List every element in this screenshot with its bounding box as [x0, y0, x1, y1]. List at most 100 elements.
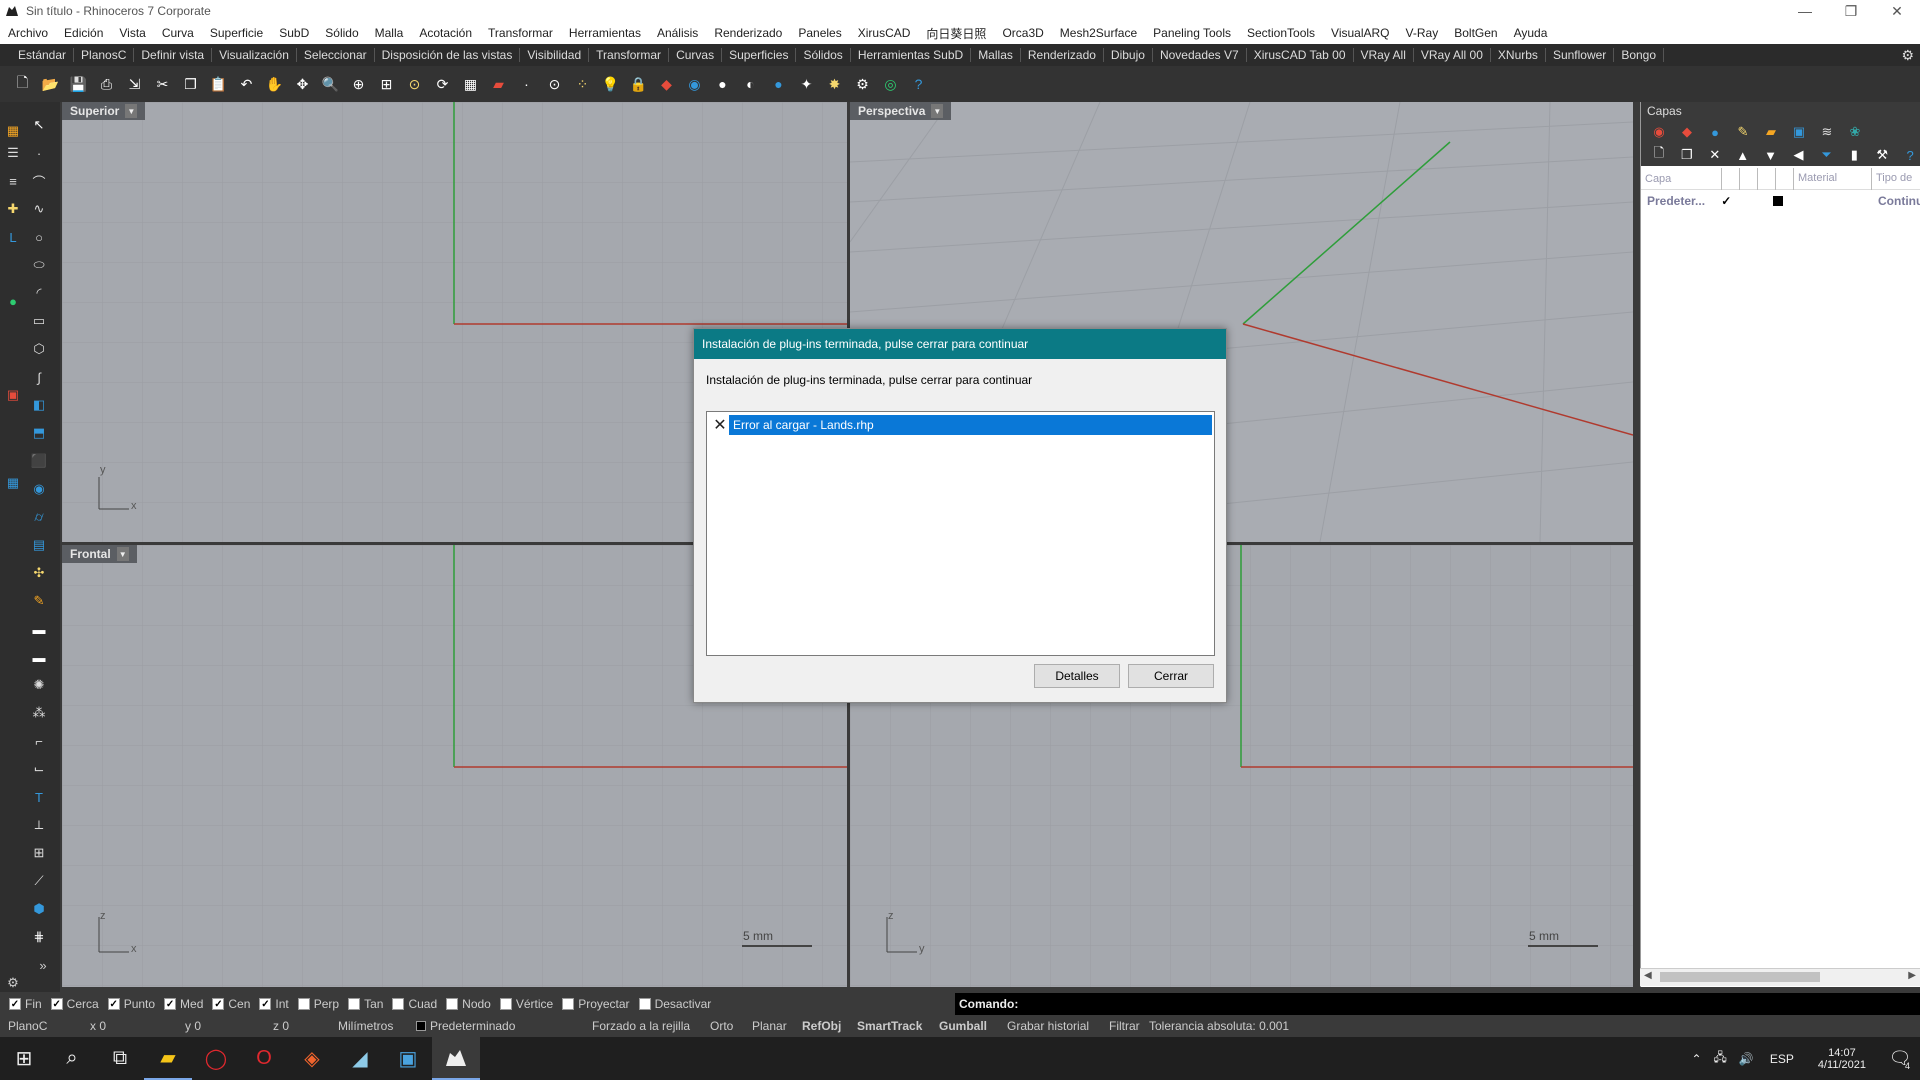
align-icon[interactable]: ▬	[28, 646, 50, 668]
checkbox-checked-icon[interactable]: ✓	[50, 998, 63, 1010]
expand-icon[interactable]: »	[32, 954, 54, 976]
scroll-left-icon[interactable]: ◀	[1644, 970, 1652, 981]
status-refobj[interactable]: RefObj	[802, 1019, 857, 1033]
fillet-icon[interactable]: ⌐	[28, 730, 50, 752]
fence-icon[interactable]: ⋕	[28, 926, 50, 948]
search-icon[interactable]: ⌕	[48, 1037, 96, 1080]
osnap-vertice[interactable]: Vértice	[499, 997, 553, 1011]
menu-edicion[interactable]: Edición	[56, 26, 111, 40]
osnap-tan[interactable]: Tan	[348, 997, 383, 1011]
osnap-punto[interactable]: ✓ Punto	[107, 997, 155, 1011]
help-icon[interactable]: ?	[1900, 145, 1920, 165]
osnap-int[interactable]: ✓ Int	[259, 997, 289, 1011]
status-history[interactable]: Grabar historial	[1007, 1019, 1109, 1033]
list-item[interactable]: ✕ Error al cargar - Lands.rhp	[711, 415, 1212, 435]
dimension-icon[interactable]: L	[2, 226, 24, 248]
car-icon[interactable]: ▰	[486, 72, 511, 97]
column-lock[interactable]	[1739, 167, 1757, 190]
gear-icon[interactable]: ⚙	[1901, 47, 1914, 64]
menu-ayuda[interactable]: Ayuda	[1506, 26, 1556, 40]
block-icon[interactable]: ▦	[2, 472, 24, 494]
checkbox-empty-icon[interactable]	[499, 998, 512, 1010]
checkbox-empty-icon[interactable]	[348, 998, 361, 1010]
checkbox-empty-icon[interactable]	[562, 998, 575, 1010]
render-icon[interactable]: ✦	[794, 72, 819, 97]
viewport-label-perspectiva[interactable]: Perspectiva ▼	[850, 102, 952, 120]
opera-gx-icon[interactable]: ◯	[192, 1037, 240, 1080]
menu-herramientas[interactable]: Herramientas	[561, 26, 649, 40]
box-icon[interactable]: ⬛	[28, 450, 50, 472]
dim-icon[interactable]: ⟂	[28, 814, 50, 836]
layers-icon[interactable]: ≋	[1817, 122, 1837, 142]
checkbox-empty-icon[interactable]	[446, 998, 459, 1010]
menu-renderizado[interactable]: Renderizado	[706, 26, 790, 40]
zoom-selected-icon[interactable]: ⊙	[402, 72, 427, 97]
tab-definir-vista[interactable]: Definir vista	[134, 48, 213, 62]
rhino-taskbar-icon[interactable]	[432, 1037, 480, 1080]
tab-xnurbs[interactable]: XNurbs	[1491, 48, 1546, 62]
material-icon[interactable]: ◆	[1677, 122, 1697, 142]
tab-visualizacion[interactable]: Visualización	[212, 48, 297, 62]
status-gumball[interactable]: Gumball	[939, 1019, 1007, 1033]
page-icon[interactable]: ▮	[1844, 145, 1864, 165]
extrude-icon[interactable]: ⬒	[28, 422, 50, 444]
viewport-dropdown-icon[interactable]: ▼	[116, 547, 129, 561]
settings-small-icon[interactable]: ⚙	[2, 972, 24, 994]
tab-herramientas-subd[interactable]: Herramientas SubD	[851, 48, 972, 62]
menu-acotacion[interactable]: Acotación	[411, 26, 480, 40]
windows-start-icon[interactable]: ⊞	[0, 1037, 48, 1080]
ellipse-icon[interactable]: ⬭	[28, 254, 50, 276]
star-icon[interactable]: ✚	[2, 198, 24, 220]
command-line[interactable]: Comando:	[955, 993, 1920, 1015]
tab-estandar[interactable]: Estándar	[0, 48, 75, 62]
column-color[interactable]	[1757, 167, 1775, 190]
tab-renderizado[interactable]: Renderizado	[1021, 48, 1104, 62]
installer-icon[interactable]: ▣	[384, 1037, 432, 1080]
column-print[interactable]	[1775, 167, 1793, 190]
layer-name[interactable]: Predeter...	[1641, 194, 1718, 208]
volume-icon[interactable]: 🔊	[1733, 1052, 1760, 1066]
select-points-icon[interactable]: ⁘	[570, 72, 595, 97]
column-material[interactable]: Material	[1793, 167, 1871, 190]
scrollbar-thumb[interactable]	[1660, 972, 1820, 982]
grid-icon[interactable]: ▦	[2, 120, 24, 142]
brave-icon[interactable]: ◈	[288, 1037, 336, 1080]
viewport-label-frontal[interactable]: Frontal ▼	[62, 545, 137, 563]
checkbox-empty-icon[interactable]	[638, 998, 651, 1010]
sunflower-icon[interactable]: ❀	[1845, 122, 1865, 142]
app-icon[interactable]: ◢	[336, 1037, 384, 1080]
shaded-sphere-icon[interactable]: ◐	[738, 72, 763, 97]
scroll-right-icon[interactable]: ▶	[1908, 970, 1916, 981]
undo-icon[interactable]: ↶	[234, 72, 259, 97]
plugin-icon[interactable]: ◎	[878, 72, 903, 97]
menu-xiruscad[interactable]: XirusCAD	[850, 26, 919, 40]
checkbox-checked-icon[interactable]: ✓	[164, 998, 177, 1010]
palette-icon[interactable]: ▣	[2, 384, 24, 406]
menu-archivo[interactable]: Archivo	[0, 26, 56, 40]
cube-icon[interactable]: ⬢	[28, 898, 50, 920]
zoom-extents-icon[interactable]: ⊞	[374, 72, 399, 97]
save-icon[interactable]: 💾	[66, 72, 91, 97]
task-view-icon[interactable]: ⧉	[96, 1037, 144, 1080]
network-icon[interactable]: 🖧	[1708, 1048, 1733, 1069]
snap-icon[interactable]: ⊙	[542, 72, 567, 97]
menu-mesh2surface[interactable]: Mesh2Surface	[1052, 26, 1145, 40]
viewport-dropdown-icon[interactable]: ▼	[125, 104, 138, 118]
move-up-icon[interactable]: ▲	[1733, 145, 1753, 165]
checkbox-empty-icon[interactable]	[297, 998, 310, 1010]
polygon-icon[interactable]: ⬡	[28, 338, 50, 360]
trim-icon[interactable]: ⌙	[28, 758, 50, 780]
status-units[interactable]: Milímetros	[338, 1019, 416, 1033]
layer-color-swatch[interactable]	[1769, 196, 1786, 206]
osnap-cerca[interactable]: ✓ Cerca	[50, 997, 99, 1011]
osnap-med[interactable]: ✓ Med	[164, 997, 203, 1011]
restore-button[interactable]: ❐	[1828, 0, 1874, 22]
mesh-icon[interactable]: ▤	[28, 534, 50, 556]
color-wheel-icon[interactable]: ◉	[1649, 122, 1669, 142]
checkbox-checked-icon[interactable]: ✓	[107, 998, 120, 1010]
lock-icon[interactable]: 🔒	[626, 72, 651, 97]
folder-icon[interactable]: ▰	[1761, 122, 1781, 142]
curve-icon[interactable]: ∿	[28, 198, 50, 220]
menu-curva[interactable]: Curva	[154, 26, 202, 40]
rotate-view-icon[interactable]: ⟳	[430, 72, 455, 97]
